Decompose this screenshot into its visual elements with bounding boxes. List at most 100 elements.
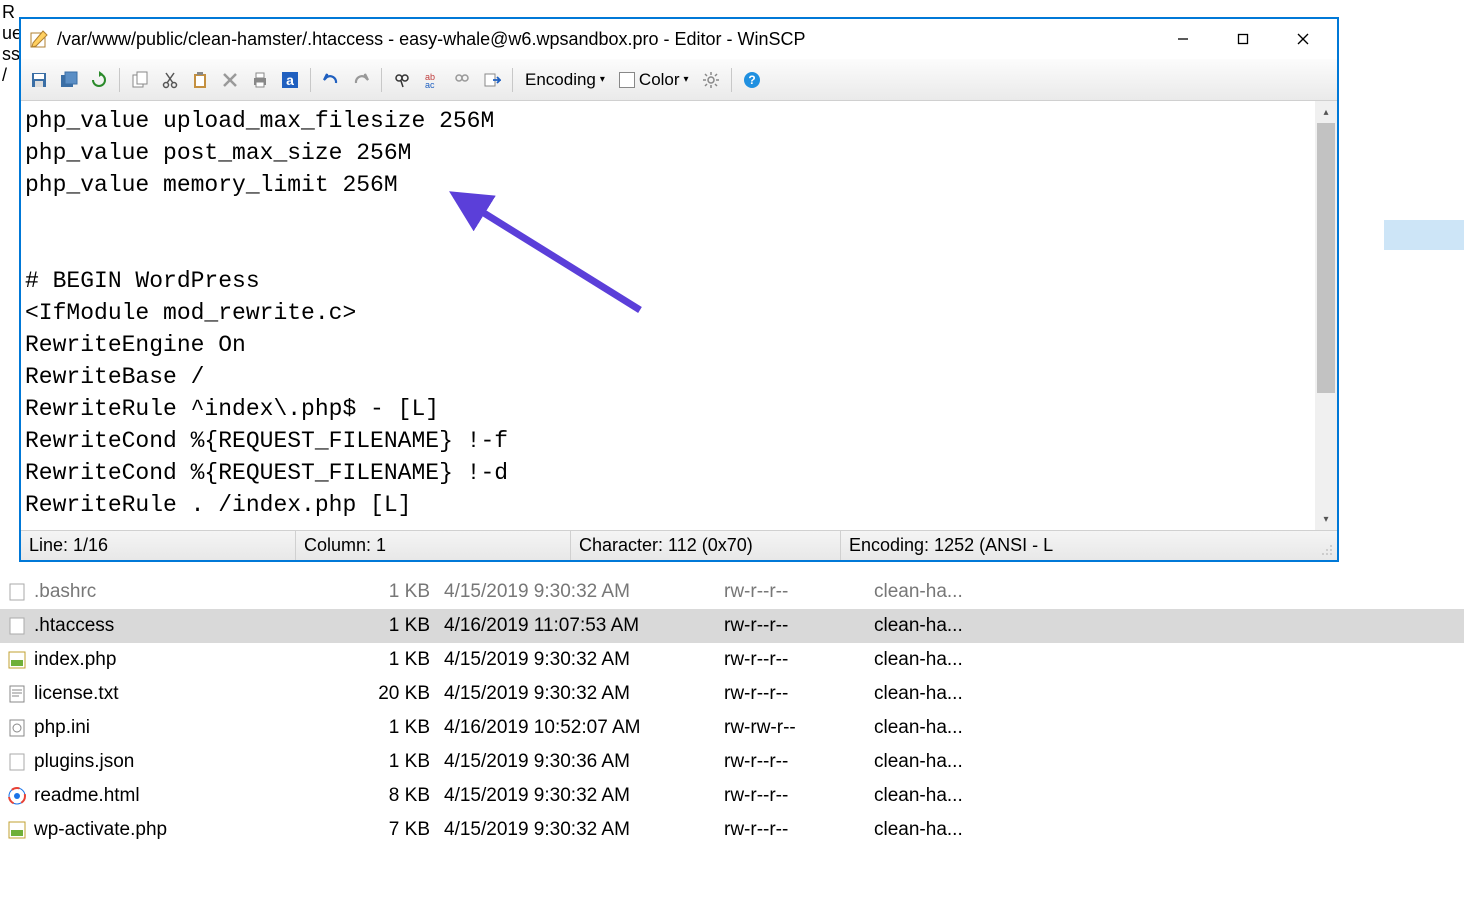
- vertical-scrollbar[interactable]: ▴ ▾: [1315, 101, 1337, 530]
- file-date: 4/15/2019 9:30:32 AM: [444, 649, 724, 671]
- file-owner: clean-ha...: [874, 717, 1014, 739]
- help-icon[interactable]: ?: [738, 66, 766, 94]
- status-line: Line: 1/16: [21, 531, 296, 560]
- file-owner: clean-ha...: [874, 751, 1014, 773]
- status-encoding: Encoding: 1252 (ANSI - L: [841, 531, 1319, 560]
- status-column: Column: 1: [296, 531, 571, 560]
- file-name: index.php: [34, 649, 354, 671]
- file-size: 1 KB: [354, 615, 444, 637]
- file-row[interactable]: php.ini1 KB4/16/2019 10:52:07 AMrw-rw-r-…: [0, 711, 1464, 745]
- file-icon: [6, 683, 28, 705]
- file-date: 4/15/2019 9:30:32 AM: [444, 581, 724, 603]
- toolbar: a abac Encoding▾ Color ▾ ?: [21, 59, 1337, 101]
- file-permissions: rw-r--r--: [724, 683, 874, 705]
- file-name: php.ini: [34, 717, 354, 739]
- minimize-button[interactable]: [1153, 20, 1213, 58]
- scroll-track[interactable]: [1315, 123, 1337, 508]
- file-size: 20 KB: [354, 683, 444, 705]
- editor-text-area[interactable]: php_value upload_max_filesize 256M php_v…: [21, 101, 1315, 530]
- paste-icon[interactable]: [186, 66, 214, 94]
- select-all-icon[interactable]: a: [276, 66, 304, 94]
- file-size: 7 KB: [354, 819, 444, 841]
- close-button[interactable]: [1273, 20, 1333, 58]
- resize-grip-icon[interactable]: [1319, 542, 1335, 558]
- status-character: Character: 112 (0x70): [571, 531, 841, 560]
- app-icon: [29, 29, 49, 49]
- redo-icon[interactable]: [347, 66, 375, 94]
- file-name: plugins.json: [34, 751, 354, 773]
- file-date: 4/15/2019 9:30:32 AM: [444, 785, 724, 807]
- goto-icon[interactable]: [478, 66, 506, 94]
- file-name: .bashrc: [34, 581, 354, 603]
- file-owner: clean-ha...: [874, 615, 1014, 637]
- file-size: 1 KB: [354, 649, 444, 671]
- file-date: 4/16/2019 10:52:07 AM: [444, 717, 724, 739]
- editor-window: /var/www/public/clean-hamster/.htaccess …: [19, 17, 1339, 562]
- settings-icon[interactable]: [697, 66, 725, 94]
- find-next-icon[interactable]: [448, 66, 476, 94]
- toolbar-separator: [731, 68, 732, 92]
- file-row[interactable]: .bashrc1 KB4/15/2019 9:30:32 AMrw-r--r--…: [0, 575, 1464, 609]
- print-icon[interactable]: [246, 66, 274, 94]
- file-size: 8 KB: [354, 785, 444, 807]
- file-date: 4/15/2019 9:30:32 AM: [444, 819, 724, 841]
- scroll-down-icon[interactable]: ▾: [1315, 508, 1337, 530]
- toolbar-separator: [310, 68, 311, 92]
- encoding-dropdown[interactable]: Encoding▾: [519, 66, 611, 94]
- file-permissions: rw-rw-r--: [724, 717, 874, 739]
- color-dropdown[interactable]: Color ▾: [613, 66, 695, 94]
- file-row[interactable]: .htaccess1 KB4/16/2019 11:07:53 AMrw-r--…: [0, 609, 1464, 643]
- file-permissions: rw-r--r--: [724, 785, 874, 807]
- file-permissions: rw-r--r--: [724, 751, 874, 773]
- file-row[interactable]: index.php1 KB4/15/2019 9:30:32 AMrw-r--r…: [0, 643, 1464, 677]
- encoding-label: Encoding: [525, 70, 596, 90]
- file-size: 1 KB: [354, 717, 444, 739]
- maximize-button[interactable]: [1213, 20, 1273, 58]
- scroll-thumb[interactable]: [1317, 123, 1335, 393]
- file-icon: [6, 615, 28, 637]
- file-owner: clean-ha...: [874, 785, 1014, 807]
- file-date: 4/16/2019 11:07:53 AM: [444, 615, 724, 637]
- color-swatch: [619, 72, 635, 88]
- file-name: wp-activate.php: [34, 819, 354, 841]
- file-row[interactable]: license.txt20 KB4/15/2019 9:30:32 AMrw-r…: [0, 677, 1464, 711]
- save-all-icon[interactable]: [55, 66, 83, 94]
- scroll-up-icon[interactable]: ▴: [1315, 101, 1337, 123]
- editor-body: php_value upload_max_filesize 256M php_v…: [21, 101, 1337, 530]
- file-owner: clean-ha...: [874, 581, 1014, 603]
- replace-icon[interactable]: abac: [418, 66, 446, 94]
- file-row[interactable]: readme.html8 KB4/15/2019 9:30:32 AMrw-r-…: [0, 779, 1464, 813]
- undo-icon[interactable]: [317, 66, 345, 94]
- file-size: 1 KB: [354, 581, 444, 603]
- delete-icon[interactable]: [216, 66, 244, 94]
- file-date: 4/15/2019 9:30:36 AM: [444, 751, 724, 773]
- file-icon: [6, 785, 28, 807]
- file-row[interactable]: plugins.json1 KB4/15/2019 9:30:36 AMrw-r…: [0, 745, 1464, 779]
- toolbar-separator: [119, 68, 120, 92]
- file-owner: clean-ha...: [874, 649, 1014, 671]
- file-permissions: rw-r--r--: [724, 581, 874, 603]
- toolbar-separator: [381, 68, 382, 92]
- statusbar: Line: 1/16 Column: 1 Character: 112 (0x7…: [21, 530, 1337, 560]
- save-icon[interactable]: [25, 66, 53, 94]
- file-list[interactable]: .bashrc1 KB4/15/2019 9:30:32 AMrw-r--r--…: [0, 575, 1464, 847]
- file-icon: [6, 581, 28, 603]
- titlebar[interactable]: /var/www/public/clean-hamster/.htaccess …: [21, 19, 1337, 59]
- window-controls: [1153, 20, 1333, 58]
- file-permissions: rw-r--r--: [724, 649, 874, 671]
- copy-icon[interactable]: [126, 66, 154, 94]
- file-date: 4/15/2019 9:30:32 AM: [444, 683, 724, 705]
- cut-icon[interactable]: [156, 66, 184, 94]
- file-owner: clean-ha...: [874, 819, 1014, 841]
- file-icon: [6, 819, 28, 841]
- file-row[interactable]: wp-activate.php7 KB4/15/2019 9:30:32 AMr…: [0, 813, 1464, 847]
- svg-text:a: a: [286, 72, 294, 88]
- file-size: 1 KB: [354, 751, 444, 773]
- find-icon[interactable]: [388, 66, 416, 94]
- file-icon: [6, 751, 28, 773]
- svg-text:ac: ac: [425, 80, 435, 89]
- chevron-down-icon: ▾: [684, 74, 689, 85]
- svg-text:?: ?: [748, 73, 755, 87]
- color-label: Color: [639, 70, 680, 90]
- reload-icon[interactable]: [85, 66, 113, 94]
